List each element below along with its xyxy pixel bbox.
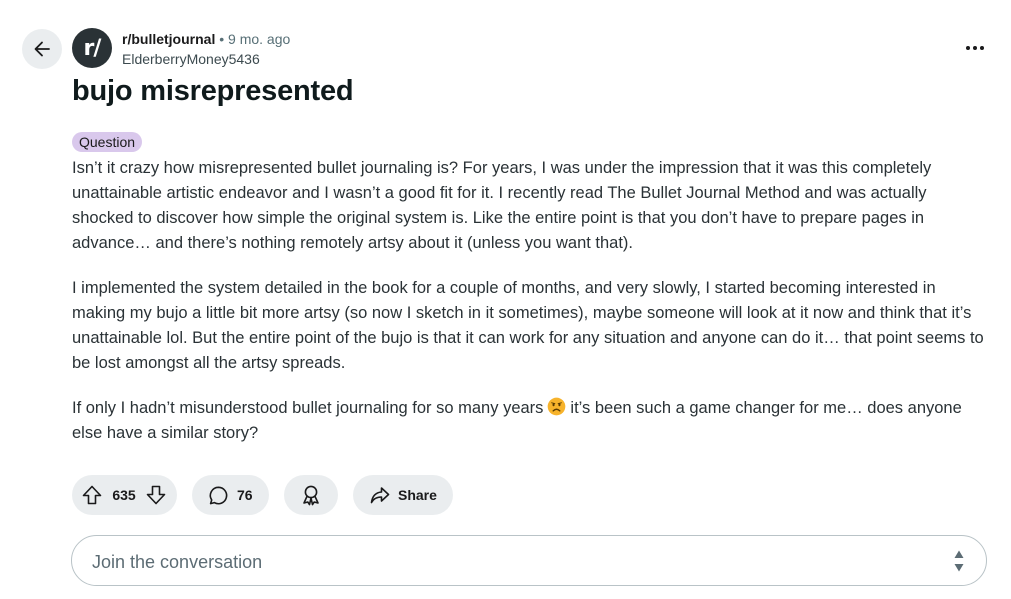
share-arrow-icon	[370, 487, 390, 504]
post-title: bujo misrepresented	[72, 75, 354, 107]
back-button[interactable]	[22, 29, 62, 69]
share-button[interactable]: Share	[353, 475, 453, 515]
post-actions-bar: 635 76 Share	[72, 475, 453, 515]
meta-separator: •	[219, 31, 225, 47]
downvote-button[interactable]	[145, 484, 167, 506]
subreddit-avatar[interactable]: r/	[72, 28, 112, 68]
post-paragraph: I implemented the system detailed in the…	[72, 279, 984, 372]
author-link[interactable]: ElderberryMoney5436	[122, 50, 260, 68]
speech-bubble-icon	[209, 486, 228, 504]
upvote-button[interactable]	[81, 484, 103, 506]
ellipsis-icon	[966, 46, 984, 50]
comment-count: 76	[237, 487, 253, 503]
subreddit-link[interactable]: r/bulletjournal	[122, 31, 215, 47]
vote-score: 635	[112, 487, 136, 503]
vote-control: 635	[72, 475, 177, 515]
post-flair[interactable]: Question	[72, 132, 143, 152]
comment-placeholder: Join the conversation	[92, 552, 263, 572]
arrow-left-icon	[34, 41, 50, 57]
award-button[interactable]	[284, 475, 338, 515]
paragraph-text: If only I hadn’t misunderstood bullet jo…	[72, 399, 544, 417]
downvote-arrow-icon	[146, 485, 166, 505]
up-down-chevron-icon[interactable]	[953, 549, 965, 573]
award-ribbon-icon	[303, 485, 319, 506]
post-body: Isn’t it crazy how misrepresented bullet…	[72, 156, 984, 466]
comment-input[interactable]: Join the conversation	[71, 535, 987, 586]
post-paragraph: If only I hadn’t misunderstood bullet jo…	[72, 396, 984, 446]
post-paragraph: Isn’t it crazy how misrepresented bullet…	[72, 159, 932, 252]
post-time: 9 mo. ago	[228, 31, 291, 47]
post-meta: r/bulletjournal • 9 mo. ago	[122, 30, 290, 48]
share-label: Share	[398, 487, 437, 503]
upvote-arrow-icon	[82, 485, 102, 505]
comments-button[interactable]: 76	[192, 475, 269, 515]
frowning-face-emoji	[548, 397, 566, 416]
more-options-button[interactable]	[955, 33, 995, 63]
